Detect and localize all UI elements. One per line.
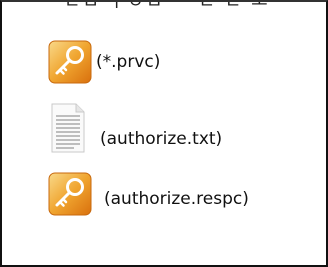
file-label: (authorize.respc) (104, 189, 249, 209)
file-label: (*.prvc) (96, 52, 161, 72)
key-file-icon (48, 172, 92, 216)
file-item-prvc[interactable]: (*.prvc) (48, 40, 160, 84)
file-item-authorize-respc[interactable]: (authorize.respc) (48, 172, 249, 216)
cutoff-header-text: ㄷㅁ ㅏㅇㅁ ㅡ ㅌ ㅌ ㅗ (64, 2, 304, 8)
file-list-panel: ㄷㅁ ㅏㅇㅁ ㅡ ㅌ ㅌ ㅗ (*.prvc) (0, 0, 328, 267)
file-item-authorize-txt[interactable]: (authorize.txt) (48, 102, 222, 154)
text-document-icon (51, 103, 85, 153)
key-file-icon (48, 40, 92, 84)
file-label: (authorize.txt) (100, 129, 223, 149)
